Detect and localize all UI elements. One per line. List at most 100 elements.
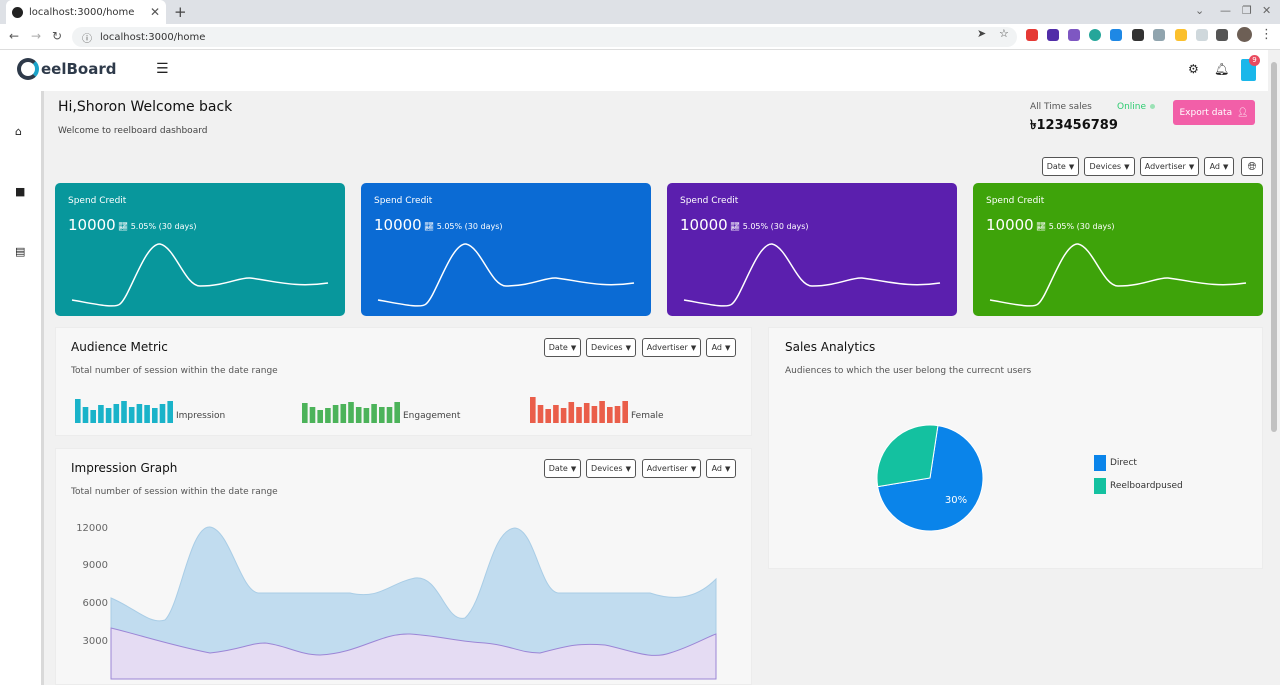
card-sparkline xyxy=(683,243,941,307)
back-icon[interactable]: ← xyxy=(9,29,19,43)
document-icon[interactable]: ▤ xyxy=(15,245,25,258)
extension-icon[interactable] xyxy=(1132,29,1144,41)
page-scrollbar[interactable] xyxy=(1268,50,1280,685)
advertiser-filter[interactable]: Advertiser ▼ xyxy=(1140,157,1199,176)
date-filter[interactable]: Date ▼ xyxy=(1042,157,1079,176)
bookmark-star-icon[interactable]: ☆ xyxy=(999,27,1009,40)
extension-icon[interactable] xyxy=(1068,29,1080,41)
minimize-icon[interactable]: — xyxy=(1220,4,1231,17)
mini-bar xyxy=(105,408,112,423)
trend-icon: 📈︎ xyxy=(1036,222,1049,231)
export-data-button[interactable]: Export data 👤︎ xyxy=(1173,100,1255,125)
impression-date-filter[interactable]: Date ▼ xyxy=(544,459,581,478)
ad-filter-label: Ad xyxy=(1209,162,1221,171)
pie-slice-label: 30% xyxy=(945,495,967,506)
mini-bar xyxy=(167,401,173,423)
impression-advertiser-filter[interactable]: Advertiser ▼ xyxy=(642,459,701,478)
site-info-icon[interactable]: ⓘ xyxy=(82,30,92,45)
audience-devices-filter[interactable]: Devices ▼ xyxy=(586,338,636,357)
globe-button[interactable]: 🌐︎ xyxy=(1241,157,1263,176)
address-bar-row: ← → ↻ ⓘ localhost:3000/home ➤ ☆ xyxy=(0,24,1280,50)
settings-gear-icon[interactable]: ⚙ xyxy=(1188,62,1199,76)
cart-button[interactable]: 9 xyxy=(1241,55,1260,81)
pie-slice[interactable] xyxy=(876,424,939,488)
caret-down-icon: ▼ xyxy=(1223,162,1229,171)
y-tick-label: 12000 xyxy=(76,523,108,534)
spend-credit-card[interactable]: Spend Credit 10000 📈︎ 5.05% (30 days) xyxy=(667,183,957,316)
caret-down-icon: ▼ xyxy=(725,343,731,352)
sales-analytics-panel xyxy=(768,327,1263,569)
ad-filter-label: Ad xyxy=(711,343,723,352)
mini-bar xyxy=(98,405,104,423)
briefcase-icon[interactable]: ■ xyxy=(15,185,25,198)
cart-count-badge: 9 xyxy=(1249,55,1260,66)
favicon-icon xyxy=(12,6,23,18)
tab-search-icon[interactable]: ⌄ xyxy=(1195,4,1204,17)
hamburger-menu-icon[interactable]: ☰ xyxy=(156,61,169,77)
card-sparkline xyxy=(989,243,1247,307)
ad-filter[interactable]: Ad ▼ xyxy=(1204,157,1234,176)
audience-date-filter[interactable]: Date ▼ xyxy=(544,338,581,357)
mini-bar xyxy=(591,406,598,423)
legend-item-reelboardpused[interactable]: Reelboardpused xyxy=(1094,478,1183,494)
impression-devices-filter[interactable]: Devices ▼ xyxy=(586,459,636,478)
extensions-puzzle-icon[interactable] xyxy=(1216,29,1228,41)
mini-bar xyxy=(113,404,120,423)
audience-advertiser-filter[interactable]: Advertiser ▼ xyxy=(642,338,701,357)
spend-credit-card[interactable]: Spend Credit 10000 📈︎ 5.05% (30 days) xyxy=(361,183,651,316)
trend-icon: 📈︎ xyxy=(424,222,437,231)
all-time-sales-label: All Time sales xyxy=(1030,102,1092,112)
mini-bar xyxy=(553,405,559,423)
share-icon[interactable]: ➤ xyxy=(977,27,986,40)
forward-icon[interactable]: → xyxy=(31,29,41,43)
card-title: Spend Credit xyxy=(680,196,739,206)
scrollbar-thumb[interactable] xyxy=(1271,62,1277,432)
close-tab-icon[interactable]: ✕ xyxy=(150,5,160,19)
devices-filter[interactable]: Devices ▼ xyxy=(1084,157,1135,176)
restore-icon[interactable]: ❐ xyxy=(1242,4,1252,17)
extension-icon[interactable] xyxy=(1153,29,1165,41)
mini-bar xyxy=(576,407,582,423)
y-tick-label: 6000 xyxy=(83,598,108,609)
browser-tab[interactable]: localhost:3000/home ✕ xyxy=(6,0,166,24)
browser-menu-icon[interactable]: ⋮ xyxy=(1260,27,1273,42)
url-field[interactable]: ⓘ localhost:3000/home xyxy=(72,27,1017,47)
caret-down-icon: ▼ xyxy=(1124,162,1130,171)
caret-down-icon: ▼ xyxy=(570,343,577,352)
mini-bar xyxy=(159,404,166,423)
extension-icon[interactable] xyxy=(1026,29,1038,41)
card-value: 10000 xyxy=(374,216,422,234)
spend-credit-card[interactable]: Spend Credit 10000 📈︎ 5.05% (30 days) xyxy=(55,183,345,316)
extension-icon[interactable] xyxy=(1110,29,1122,41)
new-tab-icon[interactable]: + xyxy=(174,3,187,21)
caret-down-icon: ▼ xyxy=(725,464,731,473)
trend-icon: 📈︎ xyxy=(118,222,131,231)
date-filter-label: Date xyxy=(1046,162,1066,171)
window-close-icon[interactable]: ✕ xyxy=(1262,4,1271,17)
reload-icon[interactable]: ↻ xyxy=(52,29,62,43)
devices-filter-label: Devices xyxy=(1089,162,1122,171)
card-change-text: 5.05% (30 days) xyxy=(1048,222,1115,231)
extension-icon[interactable] xyxy=(1089,29,1101,41)
extension-icon[interactable] xyxy=(1047,29,1059,41)
sparkline-line xyxy=(683,243,941,307)
spend-credit-card[interactable]: Spend Credit 10000 📈︎ 5.05% (30 days) xyxy=(973,183,1263,316)
mini-bar xyxy=(317,410,323,423)
notification-bell-icon[interactable]: 🔔︎ xyxy=(1214,62,1229,76)
mini-bar xyxy=(309,407,316,423)
extension-icon[interactable] xyxy=(1175,29,1187,41)
card-sparkline xyxy=(377,243,635,307)
profile-avatar[interactable] xyxy=(1237,27,1252,42)
card-title: Spend Credit xyxy=(68,196,127,206)
audience-ad-filter[interactable]: Ad ▼ xyxy=(706,338,736,357)
audience-metric-subtitle: Total number of session within the date … xyxy=(71,366,278,376)
impression-ad-filter[interactable]: Ad ▼ xyxy=(706,459,736,478)
advertiser-filter-label: Advertiser xyxy=(1144,162,1186,171)
card-change-text: 5.05% (30 days) xyxy=(436,222,503,231)
mini-bar-chart xyxy=(302,402,400,423)
extension-icon[interactable] xyxy=(1196,29,1208,41)
legend-item-direct[interactable]: Direct xyxy=(1094,455,1137,471)
home-icon[interactable]: ⌂ xyxy=(15,125,22,138)
reelboard-logo[interactable]: eelBoard xyxy=(17,58,116,80)
mini-bar xyxy=(614,406,621,423)
